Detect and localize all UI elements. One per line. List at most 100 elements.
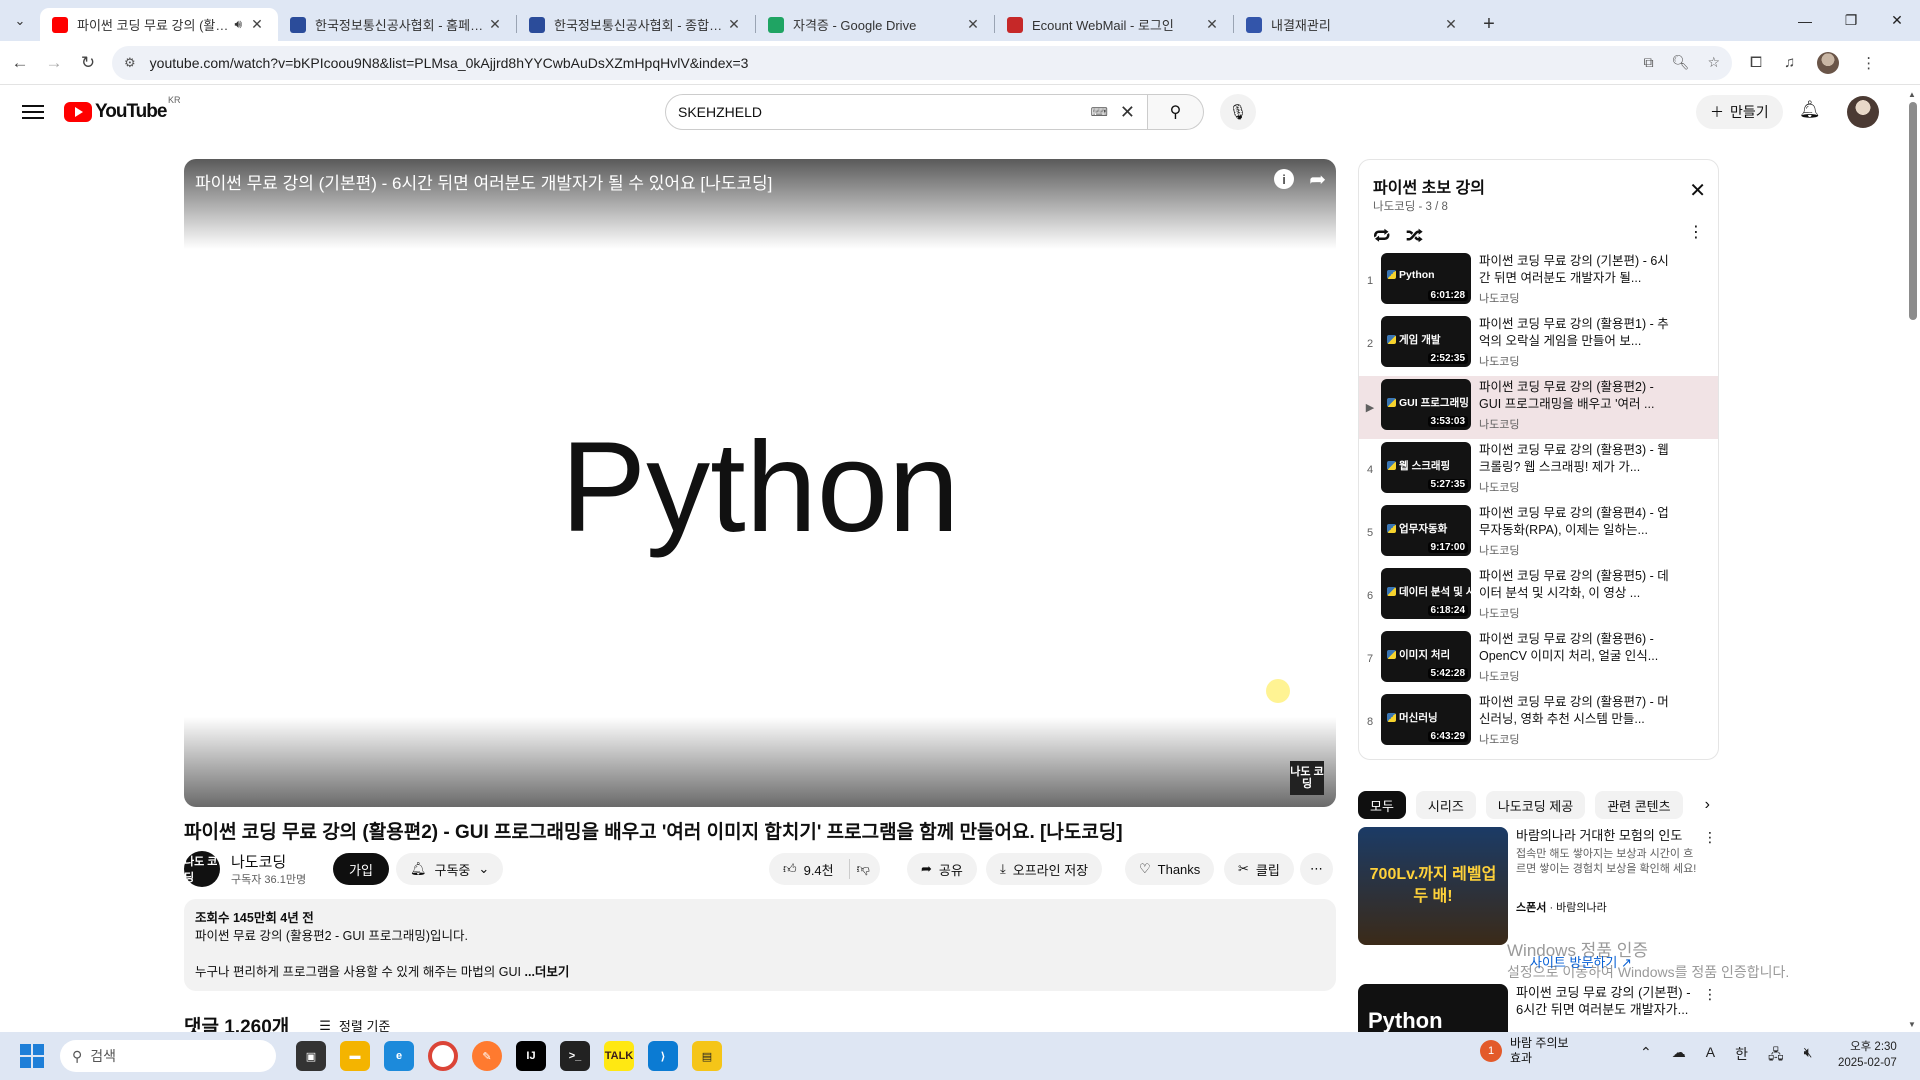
- back-arrow-icon[interactable]: ←: [6, 49, 34, 77]
- install-app-icon[interactable]: ⧉: [1644, 54, 1654, 71]
- browser-tab[interactable]: 파이썬 코딩 무료 강의 (활용편2) - GUI 프로그래밍을 배우고 🔊︎ ✕: [40, 8, 278, 41]
- info-icon[interactable]: i: [1274, 169, 1294, 189]
- tab-close-icon[interactable]: ✕: [1203, 16, 1221, 33]
- channel-watermark[interactable]: 나도 코딩: [1290, 761, 1324, 795]
- new-tab-button[interactable]: +: [1472, 8, 1506, 41]
- playlist-video-title[interactable]: 파이썬 코딩 무료 강의 (활용편5) - 데이터 분석 및 시각화, 이 영상…: [1479, 568, 1679, 602]
- edge-icon[interactable]: e: [384, 1041, 414, 1071]
- taskbar-search[interactable]: ⚲ 검색: [60, 1040, 276, 1072]
- playlist-more-icon[interactable]: ⋮: [1688, 222, 1704, 242]
- browser-menu-kebab-icon[interactable]: ⋮: [1861, 54, 1876, 72]
- bookmark-star-icon[interactable]: ☆: [1707, 54, 1720, 71]
- filter-chip[interactable]: 관련 콘텐츠: [1595, 791, 1683, 819]
- notifications-bell-icon[interactable]: 🔔︎: [1799, 100, 1821, 120]
- channel-name[interactable]: 나도코딩: [231, 851, 286, 872]
- playlist-video-title[interactable]: 파이썬 코딩 무료 강의 (활용편1) - 추억의 오락실 게임을 만들어 보.…: [1479, 316, 1679, 350]
- minimize-icon[interactable]: —: [1782, 0, 1828, 41]
- tab-close-icon[interactable]: ✕: [1442, 16, 1460, 33]
- browser-tab[interactable]: Ecount WebMail - 로그인 ✕: [995, 8, 1233, 41]
- search-button[interactable]: ⚲: [1148, 94, 1204, 130]
- player-share-icon[interactable]: ➦: [1309, 167, 1326, 192]
- recommendation-video[interactable]: Python 파이썬 코딩 무료 강의 (기본편) - 6시간 뒤면 여러분도 …: [1358, 984, 1908, 1032]
- scrollbar-thumb[interactable]: [1909, 102, 1917, 320]
- media-control-icon[interactable]: ♫: [1784, 54, 1795, 71]
- url-text[interactable]: youtube.com/watch?v=bKPIcoou9N8&list=PLM…: [150, 55, 1644, 71]
- recommendation-title[interactable]: 파이썬 코딩 무료 강의 (기본편) - 6시간 뒤면 여러분도 개발자가...: [1516, 984, 1701, 1018]
- terminal-icon[interactable]: >_: [560, 1041, 590, 1071]
- filter-chip[interactable]: 모두: [1358, 791, 1406, 819]
- subscribed-button[interactable]: 🔔︎ 구독중 ⌄: [396, 853, 504, 885]
- download-button[interactable]: ⤓ 오프라인 저장: [986, 853, 1103, 885]
- youtube-logo[interactable]: YouTube KR: [64, 95, 180, 123]
- playlist-title[interactable]: 파이썬 초보 강의: [1373, 174, 1485, 198]
- cloud-offline-icon[interactable]: ☁: [1672, 1044, 1686, 1068]
- guide-menu-icon[interactable]: [22, 105, 44, 119]
- tray-chevron-up-icon[interactable]: ⌃: [1640, 1044, 1652, 1068]
- filter-chip[interactable]: 시리즈: [1415, 791, 1476, 819]
- close-window-icon[interactable]: ✕: [1874, 0, 1920, 41]
- voice-search-mic-icon[interactable]: 🎙︎: [1220, 94, 1256, 130]
- zoom-icon[interactable]: 🔍︎: [1672, 54, 1690, 71]
- kakaotalk-icon[interactable]: TALK: [604, 1041, 634, 1071]
- taskbar-clock[interactable]: 오후 2:30 2025-02-07: [1838, 1039, 1897, 1071]
- search-box[interactable]: SKEHZHELD ⌨ ✕: [665, 94, 1148, 130]
- playlist-thumbnail[interactable]: 웹 스크래핑 5:27:35: [1381, 442, 1471, 493]
- volume-muted-icon[interactable]: 🔇︎: [1804, 1044, 1813, 1068]
- weather-widget[interactable]: 1 바람 주의보 효과: [1480, 1036, 1569, 1066]
- tab-close-icon[interactable]: ✕: [964, 16, 982, 33]
- browser-tab[interactable]: 한국정보통신공사협회 - 종합정보 ✕: [517, 8, 755, 41]
- playlist-item[interactable]: 1 Python 6:01:28 파이썬 코딩 무료 강의 (기본편) - 6시간 뒤…: [1359, 250, 1718, 313]
- playlist-video-title[interactable]: 파이썬 코딩 무료 강의 (활용편3) - 웹 크롤링? 웹 스크래핑! 제가 …: [1479, 442, 1679, 476]
- player-overlay-title[interactable]: 파이썬 무료 강의 (기본편) - 6시간 뒤면 여러분도 개발자가 될 수 있…: [195, 169, 772, 194]
- browser-tab[interactable]: 한국정보통신공사협회 - 홈페이지 ✕: [278, 8, 516, 41]
- account-avatar[interactable]: [1847, 96, 1879, 128]
- video-thumbnail[interactable]: Python: [1358, 984, 1508, 1032]
- input-mode-a-icon[interactable]: A: [1706, 1044, 1715, 1068]
- playlist-video-title[interactable]: 파이썬 코딩 무료 강의 (활용편7) - 머신러닝, 영화 추천 시스템 만들…: [1479, 694, 1679, 728]
- browser-tab[interactable]: 내결재관리 ✕: [1234, 8, 1472, 41]
- playlist-item[interactable]: 6 데이터 분석 및 시각화 6:18:24 파이썬 코딩 무료 강의 (활용편5) …: [1359, 565, 1718, 628]
- channel-avatar[interactable]: 나도 코딩: [184, 851, 220, 887]
- visit-site-button[interactable]: 사이트 방문하기 ↗: [1530, 952, 1632, 971]
- playlist-video-title[interactable]: 파이썬 코딩 무료 강의 (기본편) - 6시간 뒤면 여러분도 개발자가 될.…: [1479, 253, 1679, 287]
- playlist-thumbnail[interactable]: 업무자동화 9:17:00: [1381, 505, 1471, 556]
- restore-icon[interactable]: ❐: [1828, 0, 1874, 41]
- playlist-video-title[interactable]: 파이썬 코딩 무료 강의 (활용편6) - OpenCV 이미지 처리, 얼굴 …: [1479, 631, 1679, 665]
- playlist-thumbnail[interactable]: 데이터 분석 및 시각화 6:18:24: [1381, 568, 1471, 619]
- thumbs-down-icon[interactable]: 👎︎: [857, 861, 870, 877]
- filter-chip[interactable]: 나도코딩 제공: [1485, 791, 1586, 819]
- chevron-right-icon[interactable]: ›: [1705, 796, 1710, 814]
- playlist-thumbnail[interactable]: 게임 개발 2:52:35: [1381, 316, 1471, 367]
- playlist-thumbnail[interactable]: Python 6:01:28: [1381, 253, 1471, 304]
- more-actions-button[interactable]: ⋯: [1300, 853, 1333, 885]
- ad-title[interactable]: 바람의나라 거대한 모험의 인도: [1516, 827, 1701, 844]
- ad-thumbnail[interactable]: 700Lv.까지 레벨업 두 배!: [1358, 827, 1508, 945]
- playlist-video-title[interactable]: 파이썬 코딩 무료 강의 (활용편2) - GUI 프로그래밍을 배우고 '여러…: [1479, 379, 1679, 413]
- playlist-item[interactable]: 5 업무자동화 9:17:00 파이썬 코딩 무료 강의 (활용편4) - 업무자동화…: [1359, 502, 1718, 565]
- scroll-down-icon[interactable]: ▼: [1908, 1020, 1916, 1029]
- playlist-item[interactable]: 2 게임 개발 2:52:35 파이썬 코딩 무료 강의 (활용편1) - 추억의 오…: [1359, 313, 1718, 376]
- forward-arrow-icon[interactable]: →: [40, 49, 68, 77]
- tab-close-icon[interactable]: ✕: [248, 16, 266, 33]
- sticky-app-icon[interactable]: ▤: [692, 1041, 722, 1071]
- clear-search-icon[interactable]: ✕: [1120, 102, 1135, 123]
- close-playlist-icon[interactable]: ✕: [1689, 178, 1706, 203]
- playlist-item[interactable]: 7 이미지 처리 5:42:28 파이썬 코딩 무료 강의 (활용편6) - Open…: [1359, 628, 1718, 691]
- tab-close-icon[interactable]: ✕: [725, 16, 743, 33]
- file-explorer-icon[interactable]: ▬: [340, 1041, 370, 1071]
- windows-start-icon[interactable]: [20, 1044, 44, 1068]
- task-view-icon[interactable]: ▣: [296, 1041, 326, 1071]
- search-input[interactable]: SKEHZHELD: [678, 104, 1091, 120]
- browser-tab[interactable]: 자격증 - Google Drive ✕: [756, 8, 994, 41]
- tab-search-button[interactable]: ⌄: [0, 0, 40, 41]
- recommendation-ad[interactable]: 700Lv.까지 레벨업 두 배! 바람의나라 거대한 모험의 인도 접속만 해…: [1358, 827, 1908, 947]
- more-vert-icon[interactable]: ⋮: [1703, 829, 1717, 846]
- page-scrollbar[interactable]: ▲ ▼: [1906, 86, 1920, 1031]
- tab-audio-icon[interactable]: 🔊︎: [234, 17, 242, 32]
- chrome-icon[interactable]: [428, 1041, 458, 1071]
- pencil-app-icon[interactable]: ✎: [472, 1041, 502, 1071]
- create-button[interactable]: ＋ 만들기: [1696, 95, 1783, 129]
- description-box[interactable]: 조회수 145만회 4년 전 파이썬 무료 강의 (활용편2 - GUI 프로그…: [184, 899, 1336, 991]
- playlist-item[interactable]: ▶ GUI 프로그래밍 3:53:03 파이썬 코딩 무료 강의 (활용편2) - G…: [1359, 376, 1718, 439]
- extensions-puzzle-icon[interactable]: ⧠: [1750, 54, 1762, 71]
